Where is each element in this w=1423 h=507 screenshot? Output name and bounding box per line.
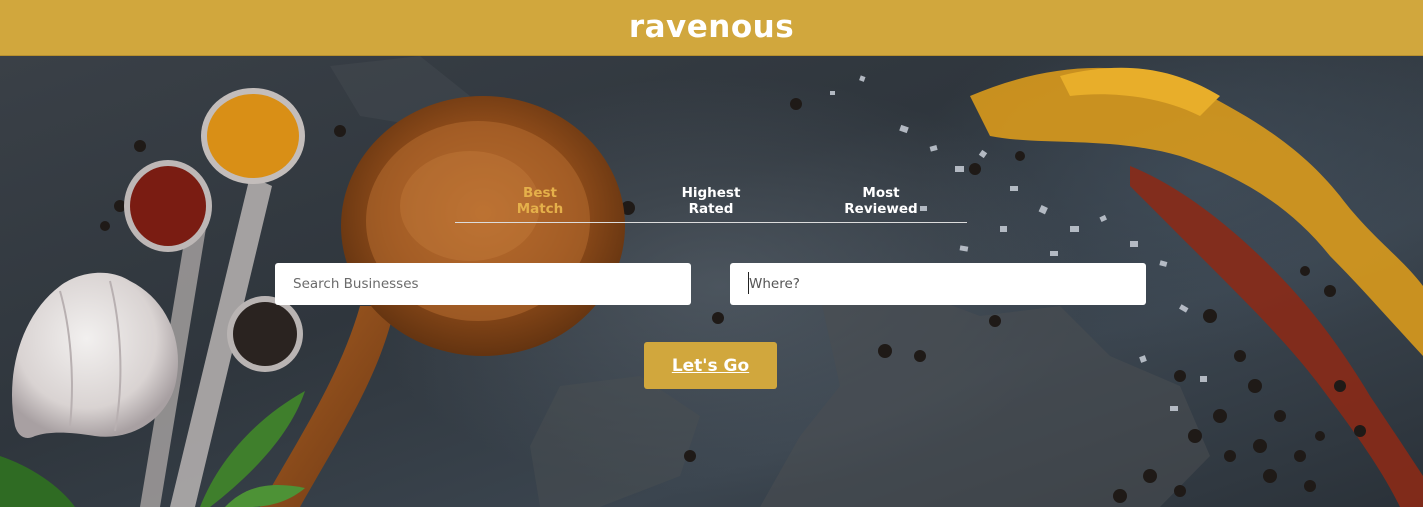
sort-option-label-line2: Reviewed <box>844 201 918 217</box>
sort-option-label-line1: Best <box>523 185 557 201</box>
top-header: ravenous <box>0 0 1423 56</box>
sort-option-most-reviewed[interactable]: Most Reviewed <box>826 185 936 217</box>
sort-option-label-line1: Most <box>862 185 900 201</box>
search-businesses-input[interactable] <box>275 263 691 305</box>
spices-background-illustration <box>0 56 1423 507</box>
sort-option-label-line2: Rated <box>688 201 734 217</box>
sort-option-label-line2: Match <box>516 201 564 217</box>
lets-go-button[interactable]: Let's Go <box>644 342 777 389</box>
sort-options-bar: Best Match Highest Rated Most Reviewed <box>455 185 967 223</box>
hero-background-image: Best Match Highest Rated Most Reviewed L… <box>0 56 1423 507</box>
sort-option-label-line1: Highest <box>681 185 741 201</box>
sort-option-best-match[interactable]: Best Match <box>485 185 595 217</box>
app-logo: ravenous <box>628 8 795 45</box>
sort-option-highest-rated[interactable]: Highest Rated <box>656 185 766 217</box>
text-cursor <box>748 272 749 294</box>
location-input[interactable] <box>730 263 1146 305</box>
